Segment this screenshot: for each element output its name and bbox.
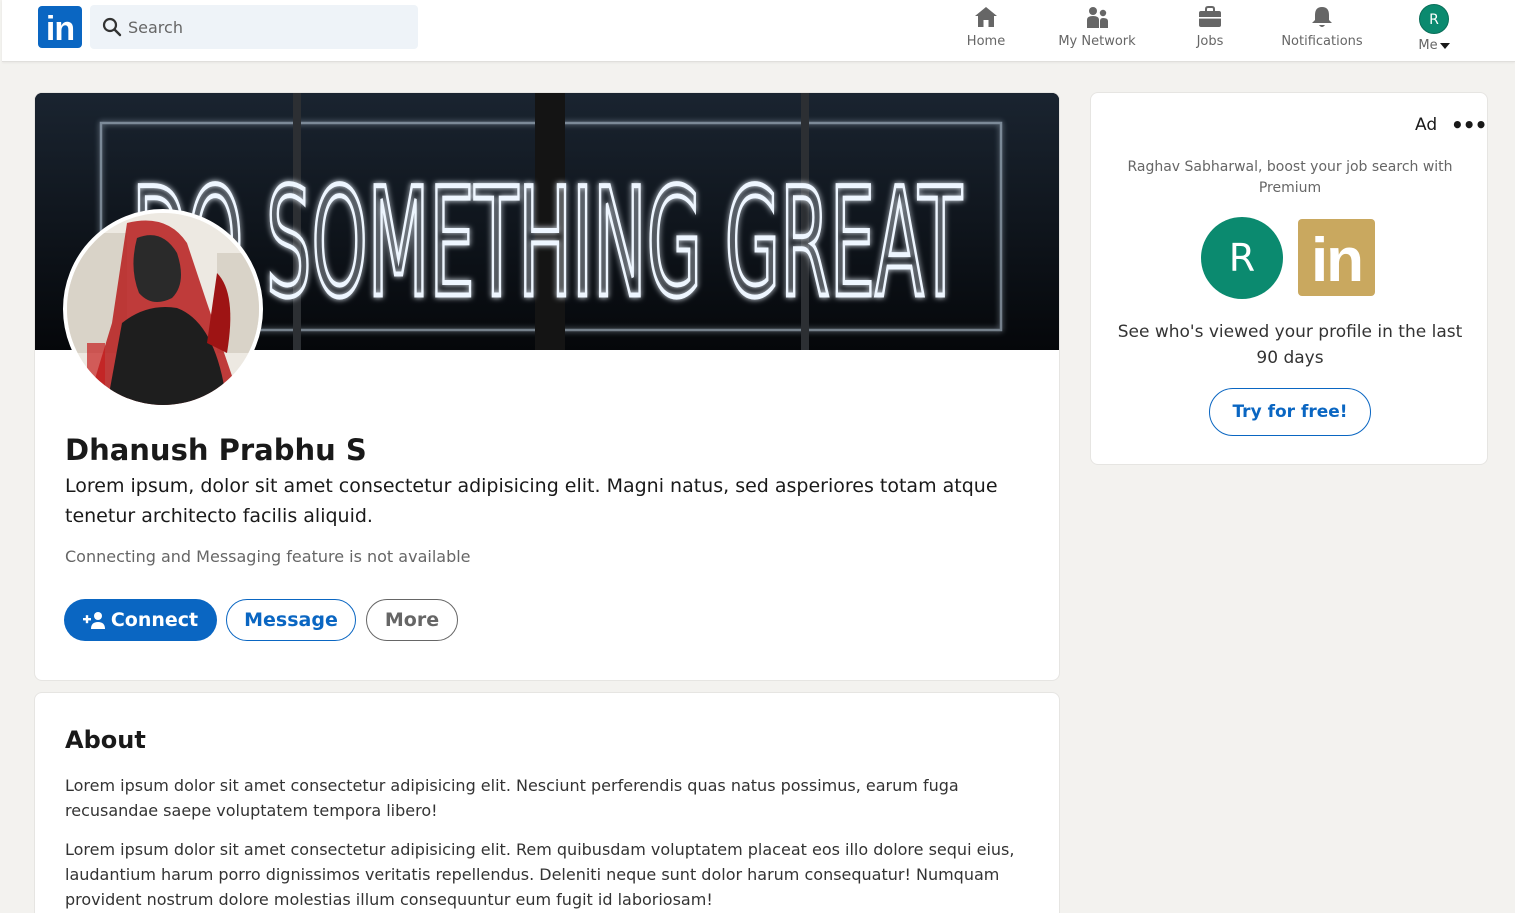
bell-icon — [1312, 7, 1332, 27]
more-button[interactable]: More — [366, 599, 458, 641]
profile-photo — [67, 213, 259, 405]
premium-ad-card: Ad ••• Raghav Sabharwal, boost your job … — [1090, 92, 1488, 465]
home-icon — [975, 7, 997, 27]
about-paragraph: Lorem ipsum dolor sit amet consectetur a… — [65, 776, 959, 820]
chevron-down-icon — [1439, 42, 1450, 49]
top-navbar: in Home My Network Jobs — [2, 0, 1515, 62]
nav-item-notifications[interactable]: Notifications — [1270, 4, 1374, 56]
nav-label-jobs: Jobs — [1196, 34, 1224, 49]
linkedin-logo[interactable]: in — [38, 6, 82, 48]
feature-notice: Connecting and Messaging feature is not … — [65, 547, 471, 566]
nav-label-notifications: Notifications — [1281, 34, 1363, 49]
profile-name: Dhanush Prabhu S — [65, 433, 367, 467]
nav-item-jobs[interactable]: Jobs — [1186, 4, 1234, 56]
nav-item-my-network[interactable]: My Network — [1047, 4, 1147, 56]
search-bar[interactable] — [90, 5, 418, 49]
ad-user-avatar: R — [1201, 217, 1283, 299]
search-input[interactable] — [128, 5, 408, 49]
about-title: About — [65, 726, 146, 754]
nav-label-home: Home — [966, 34, 1006, 49]
about-paragraph: Lorem ipsum dolor sit amet consectetur a… — [65, 840, 1015, 909]
about-card: About Lorem ipsum dolor sit amet consect… — [34, 692, 1060, 913]
message-button[interactable]: Message — [226, 599, 356, 641]
nav-item-me[interactable]: R Me — [1408, 4, 1460, 56]
connect-label: Connect — [110, 609, 199, 631]
me-label: Me — [1418, 38, 1438, 53]
try-for-free-button[interactable]: Try for free! — [1209, 388, 1371, 436]
ad-copy-text: See who's viewed your profile in the las… — [1117, 322, 1463, 368]
network-icon — [1087, 7, 1108, 28]
nav-label-me: Me — [1408, 38, 1460, 53]
me-avatar[interactable]: R — [1419, 4, 1449, 34]
profile-avatar[interactable] — [63, 209, 263, 409]
profile-card: DO SOMETHING GREAT Dhanush Prabhu S Lore… — [34, 92, 1060, 681]
profile-headline: Lorem ipsum, dolor sit amet consectetur … — [65, 475, 998, 527]
more-options-icon[interactable]: ••• — [1451, 113, 1487, 137]
nav-label-my-network: My Network — [1058, 34, 1136, 49]
connect-button[interactable]: Connect — [64, 599, 217, 641]
briefcase-icon — [1199, 6, 1221, 27]
ad-offer-text: Raghav Sabharwal, boost your job search … — [1127, 159, 1453, 196]
ad-label: Ad — [1415, 115, 1438, 135]
search-icon — [102, 17, 122, 37]
nav-item-home[interactable]: Home — [958, 4, 1014, 56]
add-user-icon — [82, 612, 105, 629]
linkedin-premium-logo: in — [1298, 219, 1375, 296]
